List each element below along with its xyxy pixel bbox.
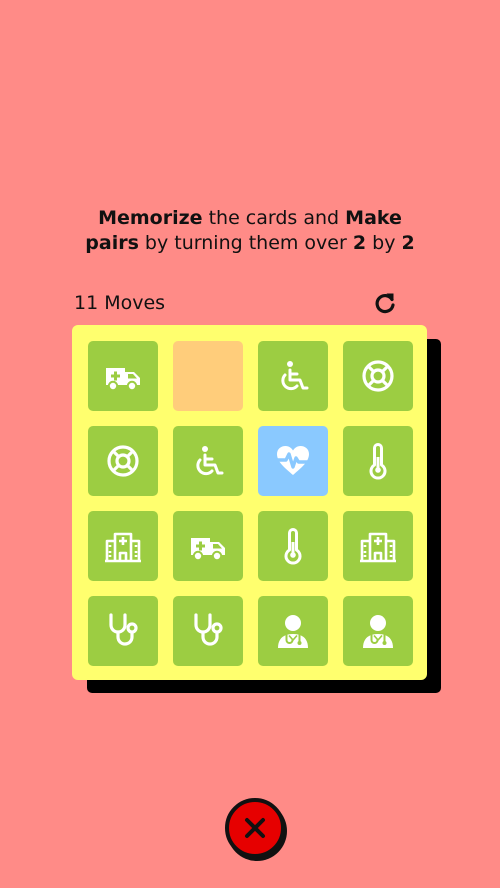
stethoscope-icon <box>103 611 143 651</box>
card-r1c1[interactable] <box>88 341 158 411</box>
card-r2c4[interactable] <box>343 426 413 496</box>
wheelchair-icon <box>188 441 228 481</box>
hospital-icon <box>358 526 398 566</box>
thermometer-icon <box>358 441 398 481</box>
card-r3c3[interactable] <box>258 511 328 581</box>
instr-text-2: by turning them over <box>138 232 353 254</box>
stethoscope-icon <box>188 611 228 651</box>
instr-two-a: 2 <box>352 232 367 254</box>
heartbeat-icon <box>273 441 313 481</box>
instr-memorize: Memorize <box>98 207 203 229</box>
moves-counter: 11 Moves <box>74 292 166 314</box>
card-r1c2[interactable] <box>173 341 243 411</box>
instr-text-3: by <box>366 232 402 254</box>
restart-icon[interactable] <box>372 290 398 316</box>
close-icon <box>245 818 265 838</box>
card-r4c4[interactable] <box>343 596 413 666</box>
card-r4c2[interactable] <box>173 596 243 666</box>
card-r1c3[interactable] <box>258 341 328 411</box>
ambulance-icon <box>188 526 228 566</box>
instr-two-b: 2 <box>401 232 415 254</box>
close-button[interactable] <box>225 798 285 858</box>
hospital-icon <box>103 526 143 566</box>
card-r4c1[interactable] <box>88 596 158 666</box>
card-r2c1[interactable] <box>88 426 158 496</box>
instr-text-1: the cards and <box>202 207 346 229</box>
thermometer-icon <box>273 526 313 566</box>
card-r3c1[interactable] <box>88 511 158 581</box>
card-r1c4[interactable] <box>343 341 413 411</box>
instr-make: Make <box>345 207 402 229</box>
game-board <box>72 325 427 680</box>
instr-pairs: pairs <box>85 232 139 254</box>
moves-row: 11 Moves <box>74 290 400 320</box>
card-r3c4[interactable] <box>343 511 413 581</box>
lifebuoy-icon <box>103 441 143 481</box>
card-r2c3[interactable] <box>258 426 328 496</box>
card-r3c2[interactable] <box>173 511 243 581</box>
card-r4c3[interactable] <box>258 596 328 666</box>
doctor-icon <box>273 611 313 651</box>
lifebuoy-icon <box>358 356 398 396</box>
ambulance-icon <box>103 356 143 396</box>
instructions: Memorize the cards and Make pairs by tur… <box>0 206 500 256</box>
doctor-icon <box>358 611 398 651</box>
card-r2c2[interactable] <box>173 426 243 496</box>
wheelchair-icon <box>273 356 313 396</box>
